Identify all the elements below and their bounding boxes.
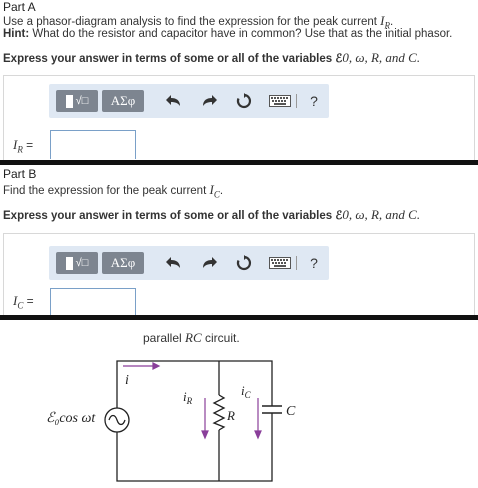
toolbar-separator	[296, 94, 297, 108]
box-icon	[65, 94, 73, 108]
reset-icon[interactable]	[236, 93, 252, 109]
section-divider-1	[0, 160, 478, 165]
undo-icon[interactable]	[166, 255, 182, 271]
undo-icon[interactable]	[166, 93, 182, 109]
part-a-toolbar: √□ ΑΣφ ?	[49, 84, 329, 118]
part-a-express: Express your answer in terms of some or …	[3, 50, 421, 65]
source-label: ℰ₀cos ωt	[46, 411, 96, 426]
current-i-label: i	[125, 373, 129, 388]
circuit-wires	[116, 360, 273, 482]
keyboard-icon[interactable]	[269, 255, 291, 271]
section-divider-2	[0, 315, 478, 320]
part-a-instruction-text: Use a phasor-diagram analysis to find th…	[3, 16, 377, 28]
part-b-instruction: Find the expression for the peak current…	[3, 182, 224, 200]
rc-circuit-diagram: i iR iC R C ℰ₀cos ωt	[46, 360, 296, 482]
help-button[interactable]: ?	[306, 255, 322, 271]
help-button[interactable]: ?	[306, 93, 322, 109]
part-b-instruction-var: IC	[209, 182, 220, 200]
box-icon	[65, 256, 73, 270]
current-ic-label: iC	[241, 383, 252, 400]
toolbar-separator	[296, 256, 297, 270]
resistor-label: R	[226, 408, 235, 423]
part-a-answer-box: √□ ΑΣφ ? IR =	[3, 75, 475, 162]
template-button[interactable]: √□	[56, 90, 98, 112]
part-b-express: Express your answer in terms of some or …	[3, 207, 421, 222]
part-a-answer-label: IR =	[13, 137, 34, 155]
part-a-hint: Hint: What do the resistor and capacitor…	[3, 28, 452, 40]
reset-icon[interactable]	[236, 255, 252, 271]
ac-source-icon	[104, 407, 130, 433]
part-a-title: Part A	[3, 0, 36, 14]
resistor-icon	[212, 394, 226, 431]
current-ir-label: iR	[183, 389, 193, 406]
capacitor-label: C	[286, 404, 296, 419]
part-a-answer-input[interactable]	[50, 130, 136, 159]
part-b-toolbar: √□ ΑΣφ ?	[49, 246, 329, 280]
part-b-answer-box: √□ ΑΣφ ? IC =	[3, 233, 475, 317]
capacitor-icon	[262, 405, 282, 430]
current-i-arrow-icon	[123, 362, 161, 370]
redo-icon[interactable]	[201, 93, 217, 109]
part-b-answer-label: IC =	[13, 293, 34, 311]
hint-label: Hint:	[3, 28, 30, 40]
current-ir-arrow-icon	[201, 398, 209, 440]
template-button[interactable]: √□	[56, 252, 98, 274]
greek-button[interactable]: ΑΣφ	[102, 252, 144, 274]
redo-icon[interactable]	[201, 255, 217, 271]
part-a-instruction-var: IR	[380, 13, 390, 31]
current-ic-arrow-icon	[254, 398, 262, 440]
greek-button[interactable]: ΑΣφ	[102, 90, 144, 112]
part-b-title: Part B	[3, 167, 37, 181]
hint-text: What do the resistor and capacitor have …	[32, 28, 453, 40]
keyboard-icon[interactable]	[269, 93, 291, 109]
part-b-answer-input[interactable]	[50, 288, 136, 317]
